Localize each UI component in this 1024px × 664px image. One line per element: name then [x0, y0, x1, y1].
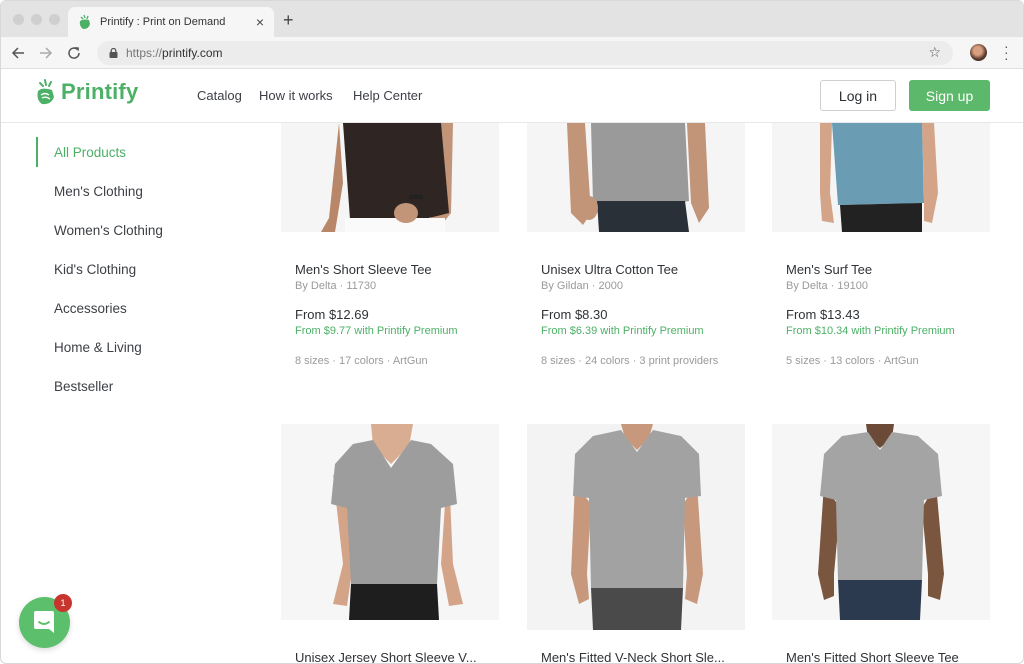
browser-window: Printify : Print on Demand × + https://p…: [0, 0, 1024, 664]
product-brand: By Delta · 11730: [295, 280, 377, 292]
browser-toolbar: https://printify.com ☆ · · ·: [1, 37, 1023, 69]
sidebar-item-womens-clothing[interactable]: Women's Clothing: [54, 223, 163, 238]
site-header: Printify Catalog How it works Help Cente…: [1, 69, 1023, 123]
bookmark-star-icon[interactable]: ☆: [928, 44, 941, 61]
product-premium-price: From $6.39 with Printify Premium: [541, 325, 704, 337]
product-image[interactable]: [772, 424, 990, 620]
close-tab-icon[interactable]: ×: [256, 14, 264, 30]
product-image[interactable]: [527, 424, 745, 630]
tshirt-model-image: [772, 424, 990, 620]
tshirt-model-image: [527, 123, 745, 232]
tab-title: Printify : Print on Demand: [100, 16, 226, 28]
product-price: From $13.43: [786, 307, 860, 322]
browser-tab[interactable]: Printify : Print on Demand ×: [68, 7, 274, 37]
tab-strip: Printify : Print on Demand × +: [1, 1, 1023, 37]
printify-logo-icon: [37, 79, 54, 105]
product-meta: 8 sizes · 24 colors · 3 print providers: [541, 355, 719, 367]
nav-catalog[interactable]: Catalog: [197, 88, 242, 103]
sidebar-item-accessories[interactable]: Accessories: [54, 301, 127, 316]
tshirt-model-image: [281, 424, 499, 620]
reload-icon[interactable]: [67, 46, 81, 60]
product-name[interactable]: Men's Short Sleeve Tee: [295, 262, 432, 277]
product-image[interactable]: [772, 123, 990, 232]
signup-button[interactable]: Sign up: [909, 80, 990, 111]
nav-how-it-works[interactable]: How it works: [259, 88, 333, 103]
new-tab-button[interactable]: +: [283, 10, 294, 31]
product-name[interactable]: Men's Fitted Short Sleeve Tee: [786, 650, 959, 663]
logo-text: Printify: [61, 79, 139, 104]
sidebar-item-all-products[interactable]: All Products: [54, 145, 126, 160]
product-image[interactable]: [281, 424, 499, 620]
chat-bubble-icon: [34, 611, 54, 633]
tshirt-model-image: [772, 123, 990, 232]
product-name[interactable]: Unisex Jersey Short Sleeve V...: [295, 650, 477, 663]
product-brand: By Gildan · 2000: [541, 280, 623, 292]
profile-avatar[interactable]: [970, 44, 987, 61]
nav-help-center[interactable]: Help Center: [353, 88, 422, 103]
sidebar-item-bestseller[interactable]: Bestseller: [54, 379, 113, 394]
product-premium-price: From $10.34 with Printify Premium: [786, 325, 955, 337]
window-minimize-button[interactable]: [31, 14, 42, 25]
back-arrow-icon[interactable]: [11, 46, 25, 60]
product-premium-price: From $9.77 with Printify Premium: [295, 325, 458, 337]
product-name[interactable]: Men's Fitted V-Neck Short Sle...: [541, 650, 725, 663]
product-price: From $8.30: [541, 307, 608, 322]
url-text: https://printify.com: [126, 46, 223, 60]
sidebar-item-home-living[interactable]: Home & Living: [54, 340, 142, 355]
address-bar[interactable]: https://printify.com ☆: [97, 41, 953, 65]
product-image[interactable]: [527, 123, 745, 232]
sidebar-item-mens-clothing[interactable]: Men's Clothing: [54, 184, 143, 199]
product-name[interactable]: Unisex Ultra Cotton Tee: [541, 262, 678, 277]
tshirt-model-image: [281, 123, 499, 232]
window-close-button[interactable]: [13, 14, 24, 25]
tshirt-model-image: [527, 424, 745, 630]
product-name[interactable]: Men's Surf Tee: [786, 262, 872, 277]
browser-menu-icon[interactable]: · · ·: [1004, 39, 1009, 65]
category-sidebar: All Products Men's Clothing Women's Clot…: [1, 123, 261, 663]
login-button[interactable]: Log in: [820, 80, 896, 111]
printify-favicon-icon: [79, 14, 90, 29]
active-category-indicator: [36, 137, 38, 167]
lock-icon: [109, 48, 118, 58]
forward-arrow-icon[interactable]: [39, 46, 53, 60]
sidebar-item-kids-clothing[interactable]: Kid's Clothing: [54, 262, 136, 277]
window-maximize-button[interactable]: [49, 14, 60, 25]
product-meta: 8 sizes · 17 colors · ArtGun: [295, 355, 428, 367]
product-image[interactable]: [281, 123, 499, 232]
chat-notification-badge: 1: [54, 594, 72, 612]
product-meta: 5 sizes · 13 colors · ArtGun: [786, 355, 919, 367]
product-brand: By Delta · 19100: [786, 280, 868, 292]
printify-logo[interactable]: Printify: [36, 78, 138, 106]
product-price: From $12.69: [295, 307, 369, 322]
